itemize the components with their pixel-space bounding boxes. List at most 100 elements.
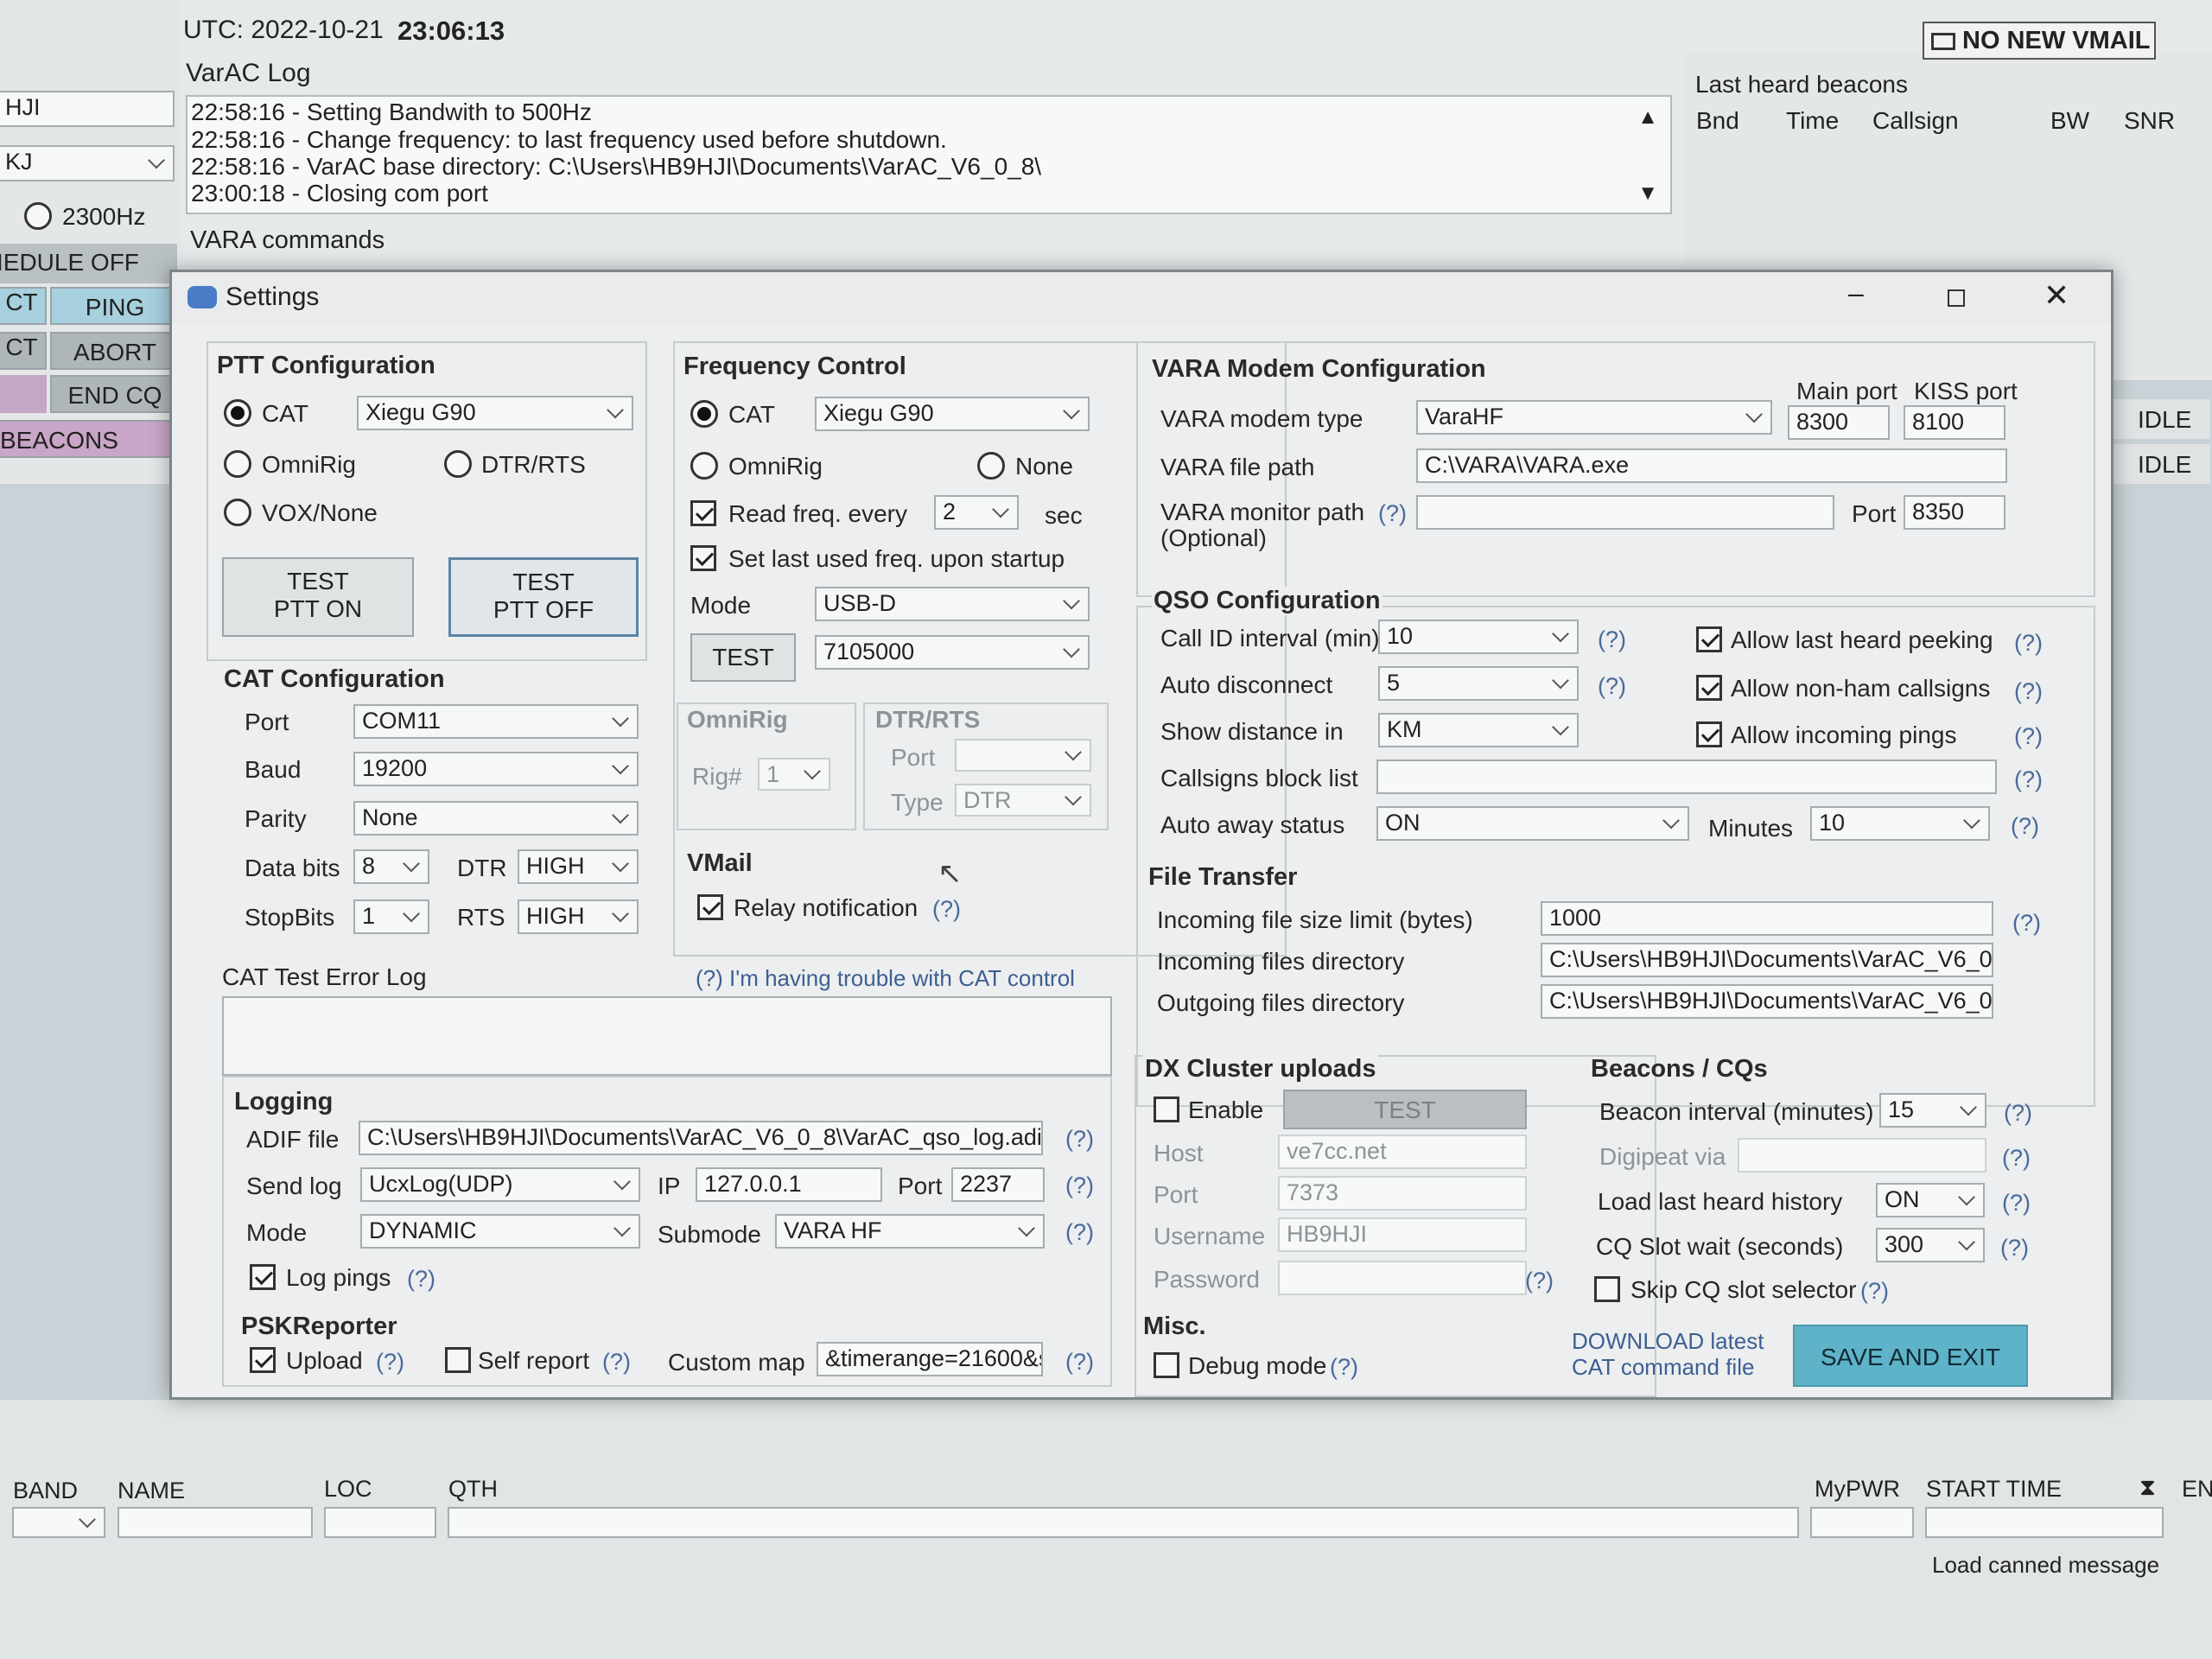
history-help[interactable]: (?) [2002,1190,2031,1217]
name-input[interactable] [118,1507,313,1538]
file-limit-help[interactable]: (?) [2012,910,2041,937]
custom-map-input[interactable]: &timerange=21600&sl [817,1342,1043,1376]
mypwr-input[interactable] [1810,1507,1914,1538]
relay-help[interactable]: (?) [932,896,961,923]
rig-select[interactable]: 1 [758,758,830,791]
send-log-help[interactable]: (?) [1065,1173,1094,1199]
dx-test-button[interactable]: TEST [1283,1090,1527,1129]
history-select[interactable]: ON [1876,1183,1985,1217]
callid-help[interactable]: (?) [1598,626,1626,653]
allow-nonham-help[interactable]: (?) [2014,678,2043,705]
freq-omnirig-radio[interactable] [690,452,718,480]
abort-button[interactable]: ABORT [50,332,180,370]
ptt-vox-radio[interactable] [224,499,251,526]
freq-dtr-type-select[interactable]: DTR [955,784,1091,817]
debug-mode-checkbox[interactable] [1154,1352,1179,1378]
submode-help[interactable]: (?) [1065,1219,1094,1246]
bw-2300-radio[interactable] [24,202,52,230]
beacons-col-bnd[interactable]: Bnd [1696,107,1739,135]
ct2-button[interactable]: CT [0,332,47,370]
ptt-cat-select[interactable]: Xiegu G90 [357,396,633,430]
monitor-port-input[interactable]: 8350 [1904,495,2005,530]
skip-cq-checkbox[interactable] [1594,1276,1620,1302]
cat-rts-select[interactable]: HIGH [518,899,639,934]
psk-self-report-checkbox[interactable] [445,1347,471,1373]
minimize-icon[interactable]: – [1848,277,1864,309]
adif-help[interactable]: (?) [1065,1126,1094,1153]
cat-error-log-box[interactable] [222,996,1112,1076]
log-pings-help[interactable]: (?) [407,1266,435,1293]
psk-upload-help[interactable]: (?) [376,1349,404,1376]
digipeat-help[interactable]: (?) [2002,1145,2031,1172]
dx-user-input[interactable]: HB9HJI [1278,1217,1527,1252]
dx-pass-input[interactable] [1278,1261,1527,1295]
autodisc-select[interactable]: 5 [1378,666,1579,701]
freq-mode-select[interactable]: USB-D [815,587,1090,621]
chevron-up-icon[interactable]: ▲ [1637,105,1658,130]
read-freq-select[interactable]: 2 [934,495,1019,530]
callsign-field[interactable]: HJI [0,91,175,127]
ptt-omnirig-radio[interactable] [224,450,251,478]
maximize-icon[interactable] [1948,289,1965,307]
end-cq-button[interactable]: END CQ [50,375,180,413]
log-port-input[interactable]: 2237 [951,1167,1045,1202]
test-ptt-off-button[interactable]: TEST PTT OFF [448,557,639,637]
vmail-badge[interactable]: NO NEW VMAIL [1923,22,2156,60]
ping-button[interactable]: PING [50,287,180,325]
send-log-select[interactable]: UcxLog(UDP) [360,1167,640,1202]
allow-pings-checkbox[interactable] [1696,721,1722,747]
custom-map-help[interactable]: (?) [1065,1349,1094,1376]
vara-monitor-input[interactable] [1416,495,1834,530]
cat-databits-select[interactable]: 8 [353,849,429,884]
dx-host-input[interactable]: ve7cc.net [1278,1135,1527,1169]
beacons-col-time[interactable]: Time [1786,107,1839,135]
test-ptt-on-button[interactable]: TEST PTT ON [222,557,414,637]
allow-nonham-checkbox[interactable] [1696,675,1722,701]
ptt-dtrrts-radio[interactable] [444,450,472,478]
grid-select[interactable]: KJ [0,145,175,181]
incoming-dir-input[interactable]: C:\Users\HB9HJI\Documents\VarAC_V6_0 [1541,943,1993,977]
cat-stopbits-select[interactable]: 1 [353,899,429,934]
cq-wait-help[interactable]: (?) [2000,1235,2029,1262]
adif-input[interactable]: C:\Users\HB9HJI\Documents\VarAC_V6_0_8\V… [359,1121,1043,1155]
freq-none-radio[interactable] [977,452,1005,480]
cat-port-select[interactable]: COM11 [353,704,639,739]
beacon-interval-help[interactable]: (?) [2004,1100,2032,1127]
freq-cat-select[interactable]: Xiegu G90 [815,397,1090,431]
digipeat-input[interactable] [1738,1138,1986,1173]
freq-test-button[interactable]: TEST [690,633,796,682]
log-mode-select[interactable]: DYNAMIC [360,1214,640,1249]
distance-select[interactable]: KM [1378,713,1579,747]
debug-mode-help[interactable]: (?) [1330,1354,1358,1381]
freq-dtr-port-select[interactable] [955,739,1091,772]
minutes-select[interactable]: 10 [1810,806,1990,841]
psk-self-report-help[interactable]: (?) [602,1349,631,1376]
read-freq-checkbox[interactable] [690,500,716,526]
set-last-freq-checkbox[interactable] [690,545,716,571]
vara-path-input[interactable]: C:\VARA\VARA.exe [1416,448,2007,483]
vara-monitor-help[interactable]: (?) [1378,500,1407,527]
download-cat-link[interactable]: DOWNLOAD latest CAT command file [1572,1328,1764,1380]
relay-notification-checkbox[interactable] [697,894,723,920]
beacons-col-callsign[interactable]: Callsign [1872,107,1959,135]
psk-upload-checkbox[interactable] [250,1347,276,1373]
cat-baud-select[interactable]: 19200 [353,752,639,786]
dialog-titlebar[interactable]: Settings – ✕ [172,272,2111,324]
beacons-button[interactable]: BEACONS [0,420,180,458]
beacon-interval-select[interactable]: 15 [1879,1093,1986,1128]
dx-port-input[interactable]: 7373 [1278,1176,1527,1211]
ct-button[interactable]: CT [0,287,47,325]
cat-dtr-select[interactable]: HIGH [518,849,639,884]
ip-input[interactable]: 127.0.0.1 [696,1167,882,1202]
block-list-input[interactable] [1376,760,1997,794]
log-box[interactable]: 22:58:16 - Setting Bandwith to 500Hz 22:… [186,95,1672,214]
vara-type-select[interactable]: VaraHF [1416,400,1772,435]
callid-select[interactable]: 10 [1378,620,1579,654]
freq-cat-radio[interactable] [690,400,718,428]
cat-trouble-link[interactable]: (?) I'm having trouble with CAT control [696,965,1075,992]
loc-input[interactable] [324,1507,436,1538]
skip-cq-help[interactable]: (?) [1860,1278,1889,1305]
beacons-col-bw[interactable]: BW [2050,107,2089,135]
freq-value-select[interactable]: 7105000 [815,635,1090,670]
canned-message-label[interactable]: Load canned message [1932,1552,2159,1579]
